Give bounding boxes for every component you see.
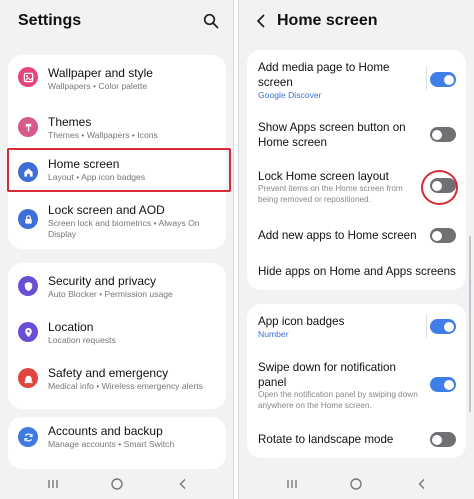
settings-item-location[interactable]: Location Location requests — [8, 309, 226, 355]
setting-row-media-page[interactable]: Add media page to Home screen Google Dis… — [247, 50, 466, 106]
highlight-circle — [421, 170, 458, 205]
home-button-icon[interactable] — [110, 477, 124, 491]
recent-apps-icon[interactable] — [46, 477, 60, 491]
settings-item-safety[interactable]: Safety and emergency Medical info • Wire… — [8, 355, 226, 401]
setting-link[interactable]: Google Discover — [258, 90, 322, 100]
settings-card-security: Security and privacy Auto Blocker • Perm… — [8, 263, 226, 409]
setting-label: Rotate to landscape mode — [258, 433, 394, 446]
back-button-icon[interactable] — [415, 477, 429, 491]
themes-icon — [18, 117, 38, 137]
settings-item-label: Location — [48, 320, 94, 334]
settings-item-label: Safety and emergency — [48, 366, 169, 380]
back-button-icon[interactable] — [176, 477, 190, 491]
setting-label: Lock Home screen layout — [258, 170, 389, 183]
add-new-apps-toggle[interactable] — [430, 228, 456, 243]
setting-row-swipe-down[interactable]: Swipe down for notification panel Open t… — [247, 350, 466, 420]
swipe-down-toggle[interactable] — [430, 377, 456, 392]
settings-header: Settings — [0, 0, 233, 44]
media-page-toggle[interactable] — [430, 72, 456, 87]
setting-row-apps-button[interactable]: Show Apps screen button on Home screen — [247, 106, 466, 156]
settings-item-sub: Screen lock and biometrics • Always On D… — [48, 218, 200, 239]
settings-item-themes[interactable]: Themes Themes • Wallpapers • Icons — [8, 105, 226, 150]
location-icon — [18, 322, 38, 342]
settings-item-sub: Themes • Wallpapers • Icons — [48, 130, 158, 140]
wallpaper-icon — [18, 67, 38, 87]
setting-row-app-icon-badges[interactable]: App icon badges Number — [247, 304, 466, 350]
navigation-bar — [239, 469, 474, 499]
setting-label: Add media page to Home screen — [258, 61, 390, 89]
settings-item-sub: Medical info • Wireless emergency alerts — [48, 381, 203, 391]
settings-item-label: Wallpaper and style — [48, 66, 153, 80]
settings-item-sub: Auto Blocker • Permission usage — [48, 289, 173, 299]
apps-button-toggle[interactable] — [430, 127, 456, 142]
settings-item-label: Themes — [48, 115, 92, 129]
settings-card-accounts: Accounts and backup Manage accounts • Sm… — [8, 417, 226, 469]
home-screen-header: Home screen — [239, 0, 474, 44]
scrollbar[interactable] — [469, 236, 471, 412]
settings-item-label: Lock screen and AOD — [48, 203, 165, 217]
setting-description: Prevent items on the Home screen from be… — [258, 184, 403, 204]
highlight-box — [7, 148, 231, 192]
page-title: Settings — [18, 12, 82, 29]
setting-description: Open the notification panel by swiping d… — [258, 390, 418, 410]
setting-label: App icon badges — [258, 315, 345, 328]
setting-label: Swipe down for notification panel — [258, 361, 396, 389]
setting-link[interactable]: Number — [258, 329, 289, 339]
lock-icon — [18, 209, 38, 229]
settings-item-label: Security and privacy — [48, 274, 157, 288]
settings-item-lock-screen[interactable]: Lock screen and AOD Screen lock and biom… — [8, 197, 226, 249]
settings-item-security[interactable]: Security and privacy Auto Blocker • Perm… — [8, 263, 226, 309]
sync-icon — [18, 427, 38, 447]
settings-item-sub: Wallpapers • Color palette — [48, 81, 148, 91]
vertical-divider — [426, 314, 427, 338]
navigation-bar — [0, 469, 233, 499]
back-arrow-icon[interactable] — [253, 13, 269, 29]
shield-icon — [18, 276, 38, 296]
setting-label: Show Apps screen button on Home screen — [258, 121, 406, 149]
vertical-divider — [426, 66, 427, 90]
home-screen-card-badges: App icon badges Number Swipe down for no… — [247, 304, 466, 458]
page-title: Home screen — [277, 12, 378, 29]
settings-item-sub: Location requests — [48, 335, 116, 345]
app-icon-badges-toggle[interactable] — [430, 319, 456, 334]
settings-screen: Settings Wallpaper and style Wallpapers … — [0, 0, 234, 499]
setting-label: Hide apps on Home and Apps screens — [258, 265, 456, 278]
home-screen-settings: Home screen Add media page to Home scree… — [238, 0, 474, 499]
rotate-toggle[interactable] — [430, 432, 456, 447]
setting-row-rotate[interactable]: Rotate to landscape mode — [247, 422, 466, 458]
setting-row-hide-apps[interactable]: Hide apps on Home and Apps screens — [247, 254, 466, 290]
settings-item-accounts[interactable]: Accounts and backup Manage accounts • Sm… — [8, 417, 226, 463]
setting-label: Add new apps to Home screen — [258, 229, 417, 242]
home-button-icon[interactable] — [349, 477, 363, 491]
settings-item-wallpaper[interactable]: Wallpaper and style Wallpapers • Color p… — [8, 55, 226, 100]
setting-row-add-new-apps[interactable]: Add new apps to Home screen — [247, 216, 466, 254]
emergency-icon — [18, 368, 38, 388]
settings-item-label: Accounts and backup — [48, 424, 163, 438]
search-icon[interactable] — [203, 13, 219, 29]
recent-apps-icon[interactable] — [285, 477, 299, 491]
settings-item-sub: Manage accounts • Smart Switch — [48, 439, 175, 449]
